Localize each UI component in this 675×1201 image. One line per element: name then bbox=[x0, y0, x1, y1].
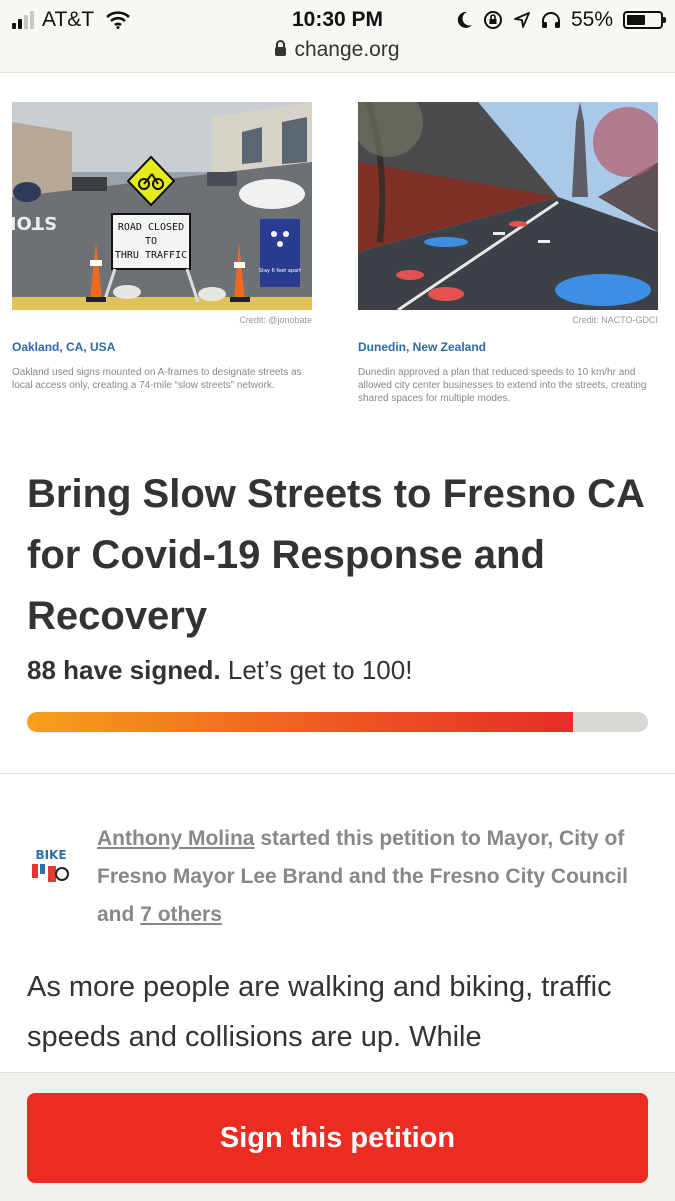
url-text: change.org bbox=[294, 38, 400, 61]
petition-body: As more people are walking and biking, t… bbox=[27, 971, 612, 1053]
photo-location: Oakland, CA, USA bbox=[12, 340, 116, 354]
avatar[interactable]: BIKE bbox=[26, 842, 76, 892]
oakland-street-photo: ROAD CLOSED TO THRU TRAFFIC Stay 6 feet … bbox=[12, 102, 312, 310]
photo-credit: Credit: NACTO-GDCI bbox=[572, 315, 658, 325]
photo-description: Oakland used signs mounted on A-frames t… bbox=[12, 367, 302, 391]
status-bar: AT&T 10:30 PM 55% change.org bbox=[0, 0, 675, 73]
photo-card-dunedin: Credit: NACTO-GDCI Dunedin, New Zealand … bbox=[358, 102, 658, 405]
others-link[interactable]: 7 others bbox=[140, 903, 222, 926]
road-closed-line-3: THRU TRAFFIC bbox=[115, 250, 187, 261]
progress-fill bbox=[27, 712, 574, 732]
battery-percent: 55% bbox=[570, 8, 613, 31]
battery-icon bbox=[623, 11, 666, 29]
divider bbox=[0, 773, 675, 774]
location-arrow-icon bbox=[514, 12, 530, 28]
photo-description: Dunedin approved a plan that reduced spe… bbox=[358, 367, 647, 404]
sign-petition-button[interactable]: Sign this petition bbox=[27, 1093, 648, 1183]
stay-apart-poster-text: Stay 6 feet apart bbox=[259, 268, 301, 274]
goal-text: Let’s get to 100! bbox=[227, 655, 413, 685]
photo-credit: Credit: @jonobate bbox=[239, 315, 312, 325]
moon-icon bbox=[457, 11, 472, 28]
petition-starter-text: Anthony Molina started this petition to … bbox=[97, 820, 662, 934]
signature-progress-text: 88 have signed. Let’s get to 100! bbox=[27, 655, 412, 686]
signature-progress-bar bbox=[27, 712, 648, 732]
photo-card-oakland: ROAD CLOSED TO THRU TRAFFIC Stay 6 feet … bbox=[12, 102, 312, 392]
signed-count-text: 88 have signed. bbox=[27, 655, 221, 685]
address-bar[interactable]: change.org bbox=[0, 38, 675, 62]
photo-examples: ROAD CLOSED TO THRU TRAFFIC Stay 6 feet … bbox=[12, 102, 662, 422]
headphones-icon bbox=[541, 12, 560, 28]
photo-location: Dunedin, New Zealand bbox=[358, 340, 487, 354]
lock-icon bbox=[275, 40, 287, 56]
road-closed-line-2: TO bbox=[145, 236, 157, 247]
rotation-lock-icon bbox=[483, 11, 502, 29]
sticky-footer: Sign this petition bbox=[0, 1072, 675, 1201]
avatar-text: BIKE bbox=[35, 848, 66, 862]
road-closed-line-1: ROAD CLOSED bbox=[118, 222, 184, 233]
petition-title: Bring Slow Streets to Fresno CA for Covi… bbox=[27, 472, 644, 638]
dunedin-street-photo bbox=[358, 102, 658, 310]
painted-stop-text: STOP bbox=[12, 212, 57, 233]
starter-name-link[interactable]: Anthony Molina bbox=[97, 827, 254, 850]
